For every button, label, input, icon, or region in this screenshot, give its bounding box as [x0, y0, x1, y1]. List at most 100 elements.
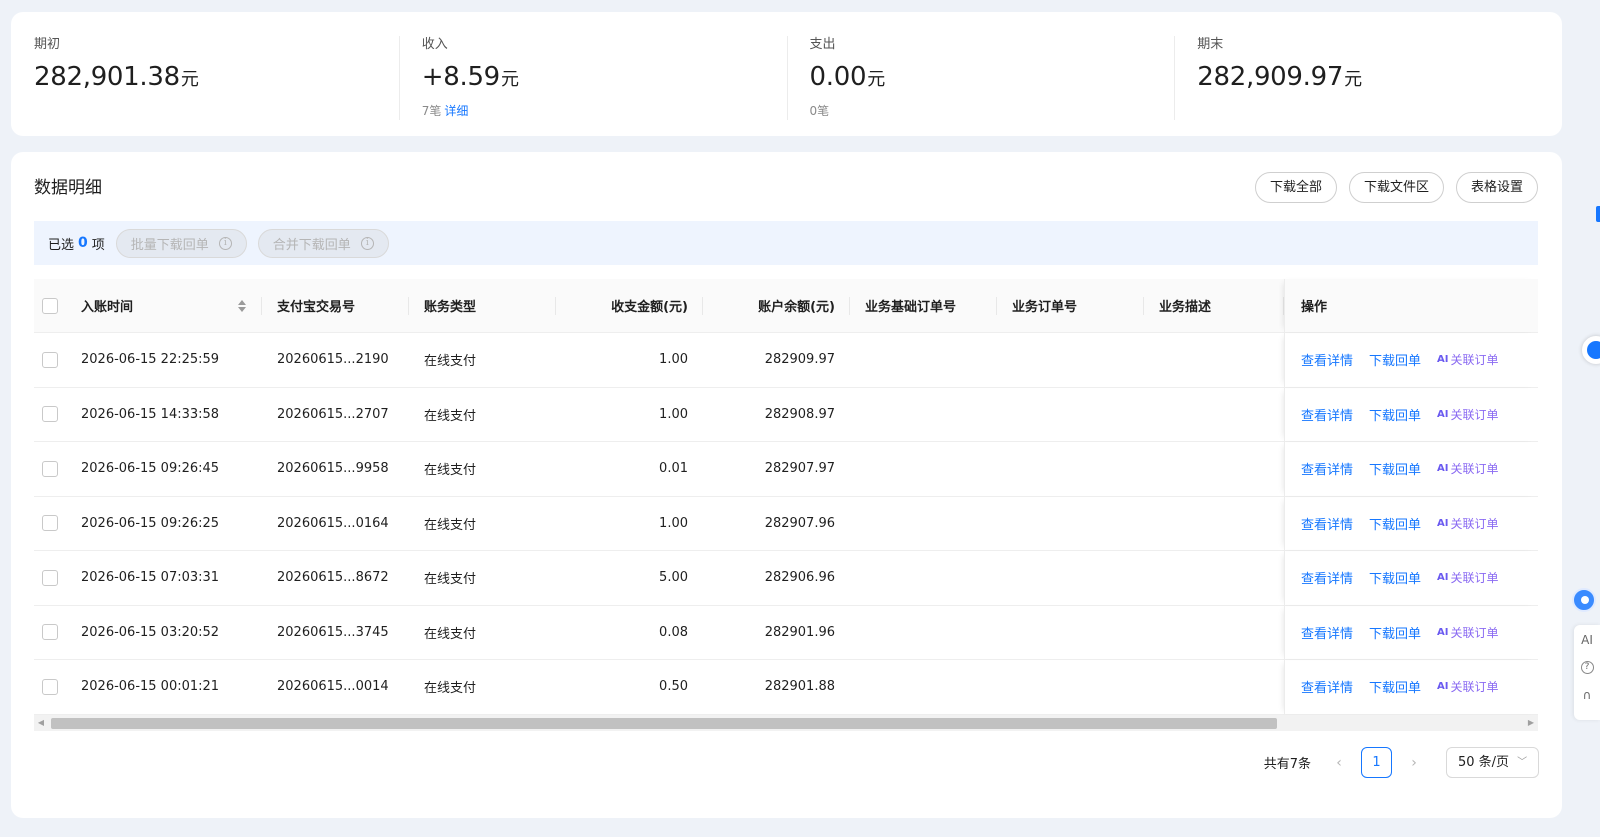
row-checkbox-cell: [34, 442, 66, 496]
header-checkbox-cell: [34, 279, 66, 332]
table-header-row: 入账时间 支付宝交易号 账务类型 收支金额(元) 账户余额(元) 业务基础订单号…: [34, 279, 1538, 333]
download-receipt-link[interactable]: 下载回单: [1369, 350, 1421, 369]
link-order-link[interactable]: AI 关联订单: [1437, 515, 1498, 532]
header-trade-no: 支付宝交易号: [262, 279, 409, 332]
header-time[interactable]: 入账时间: [66, 279, 262, 332]
link-order-link[interactable]: AI 关联订单: [1437, 460, 1498, 477]
chevron-down-icon: ﹀: [1517, 757, 1528, 768]
ai-sparkle-icon: AI: [1437, 408, 1449, 420]
row-checkbox-cell: [34, 551, 66, 605]
cell-desc: [1144, 388, 1284, 442]
income-detail-link[interactable]: 详细: [444, 104, 468, 118]
horizontal-scrollbar[interactable]: ◀ ▶: [34, 715, 1538, 731]
view-detail-link[interactable]: 查看详情: [1301, 405, 1353, 424]
summary-value: 282,901.38元: [34, 62, 199, 92]
cell-order: [997, 333, 1144, 387]
view-detail-link[interactable]: 查看详情: [1301, 459, 1353, 478]
cell-balance: 282907.97: [764, 461, 835, 477]
cell-time: 2026-06-15 03:20:52: [81, 624, 220, 640]
row-checkbox[interactable]: [42, 569, 58, 586]
table-row: 2026-06-15 14:33:58 20260615...2707 在线支付…: [34, 387, 1538, 442]
download-receipt-link[interactable]: 下载回单: [1369, 514, 1421, 533]
header-balance: 账户余额(元): [703, 279, 850, 332]
ai-button[interactable]: AI: [1581, 633, 1593, 647]
download-receipt-link[interactable]: 下载回单: [1369, 405, 1421, 424]
download-receipt-link[interactable]: 下载回单: [1369, 459, 1421, 478]
link-order-link[interactable]: AI 关联订单: [1437, 351, 1498, 368]
page-size-select[interactable]: 50 条/页 ﹀: [1446, 747, 1539, 778]
help-icon[interactable]: ?: [1580, 661, 1594, 674]
link-order-link[interactable]: AI 关联订单: [1437, 569, 1498, 586]
row-checkbox[interactable]: [42, 678, 58, 695]
view-detail-link[interactable]: 查看详情: [1301, 677, 1353, 696]
row-checkbox[interactable]: [42, 460, 58, 477]
cell-type: 在线支付: [424, 408, 477, 424]
row-checkbox-cell: [34, 606, 66, 660]
cell-desc: [1144, 606, 1284, 660]
summary-label: 期初: [34, 37, 61, 52]
cell-ops: 查看详情 下载回单 AI 关联订单: [1284, 387, 1538, 441]
cell-base-order: [850, 388, 997, 442]
download-files-button[interactable]: 下载文件区: [1348, 172, 1444, 203]
view-detail-link[interactable]: 查看详情: [1301, 350, 1353, 369]
robot-assistant-icon[interactable]: [1572, 588, 1598, 622]
floating-assistant-icon[interactable]: [1582, 336, 1600, 364]
cell-desc: [1144, 551, 1284, 605]
row-checkbox[interactable]: [42, 624, 58, 641]
download-all-button[interactable]: 下载全部: [1254, 172, 1337, 203]
cell-amount: 5.00: [659, 570, 688, 586]
prev-page-icon[interactable]: ‹: [1327, 755, 1351, 771]
row-checkbox-cell: [34, 497, 66, 551]
cell-ops: 查看详情 下载回单 AI 关联订单: [1284, 660, 1538, 714]
page-button[interactable]: 1: [1361, 747, 1392, 778]
batch-download-button[interactable]: 批量下载回单 i: [115, 228, 247, 258]
cell-amount: 0.50: [659, 679, 688, 695]
select-all-checkbox[interactable]: [42, 297, 58, 314]
row-checkbox[interactable]: [42, 406, 58, 423]
link-order-link[interactable]: AI 关联订单: [1437, 624, 1498, 641]
cell-type: 在线支付: [424, 626, 477, 642]
table-row: 2026-06-15 03:20:52 20260615...3745 在线支付…: [34, 605, 1538, 660]
cell-type: 在线支付: [424, 517, 477, 533]
scrollbar-thumb[interactable]: [51, 718, 1277, 729]
download-receipt-link[interactable]: 下载回单: [1369, 568, 1421, 587]
ai-sparkle-icon: AI: [1437, 626, 1449, 638]
download-receipt-link[interactable]: 下载回单: [1369, 623, 1421, 642]
next-page-icon[interactable]: ›: [1402, 755, 1426, 771]
cell-trade-no: 20260615...0014: [277, 679, 389, 695]
ai-sparkle-icon: AI: [1437, 463, 1449, 475]
selection-prefix: 已选: [48, 237, 75, 253]
ai-sparkle-icon: AI: [1437, 681, 1449, 693]
cell-amount: 1.00: [659, 515, 688, 531]
download-receipt-link[interactable]: 下载回单: [1369, 677, 1421, 696]
cell-time: 2026-06-15 00:01:21: [81, 679, 220, 695]
summary-value: 0.00元: [809, 62, 886, 92]
cell-desc: [1144, 333, 1284, 387]
link-order-link[interactable]: AI 关联订单: [1437, 678, 1498, 695]
scroll-right-icon[interactable]: ▶: [1524, 715, 1538, 731]
row-checkbox[interactable]: [42, 515, 58, 532]
merge-download-button[interactable]: 合并下载回单 i: [257, 228, 389, 258]
table-row: 2026-06-15 09:26:25 20260615...0164 在线支付…: [34, 496, 1538, 551]
summary-opening: 期初 282,901.38元: [11, 12, 399, 136]
view-detail-link[interactable]: 查看详情: [1301, 514, 1353, 533]
cell-amount: 1.00: [659, 406, 688, 422]
cell-time: 2026-06-15 07:03:31: [81, 570, 220, 586]
header-type: 账务类型: [409, 279, 556, 332]
sort-icon[interactable]: [238, 299, 246, 312]
view-detail-link[interactable]: 查看详情: [1301, 568, 1353, 587]
panel-title: 数据明细: [34, 178, 102, 198]
view-detail-link[interactable]: 查看详情: [1301, 623, 1353, 642]
table-row: 2026-06-15 07:03:31 20260615...8672 在线支付…: [34, 551, 1538, 606]
headset-icon[interactable]: ∩: [1583, 688, 1592, 702]
header-ops: 操作: [1284, 279, 1538, 332]
cell-order: [997, 660, 1144, 714]
link-order-link[interactable]: AI 关联订单: [1437, 406, 1498, 423]
table-settings-button[interactable]: 表格设置: [1455, 172, 1538, 203]
row-checkbox[interactable]: [42, 351, 58, 368]
selection-suffix: 项: [91, 237, 105, 253]
cell-base-order: [850, 606, 997, 660]
scroll-left-icon[interactable]: ◀: [34, 715, 48, 731]
cell-desc: [1144, 497, 1284, 551]
cell-amount: 1.00: [659, 352, 688, 368]
